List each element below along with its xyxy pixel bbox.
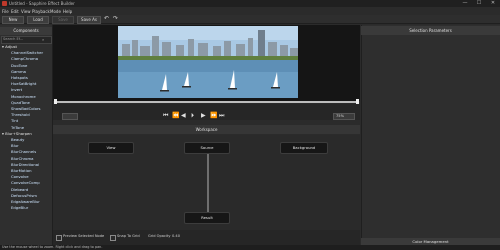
component-item[interactable]: Blur bbox=[11, 143, 19, 148]
load-button[interactable]: Load bbox=[27, 16, 49, 24]
menu-edit[interactable]: Edit bbox=[11, 9, 19, 14]
view-mode-select[interactable] bbox=[62, 113, 78, 120]
undo-icon[interactable]: ↶ bbox=[104, 16, 109, 22]
maximize-button[interactable]: ☐ bbox=[472, 0, 486, 7]
node-view[interactable]: View bbox=[88, 142, 134, 154]
component-item[interactable]: Convolve bbox=[11, 174, 29, 179]
selection-parameters-panel bbox=[361, 25, 500, 247]
title-bar bbox=[0, 0, 500, 7]
component-item[interactable]: ClampChroma bbox=[11, 56, 38, 61]
component-item[interactable]: Monochrome bbox=[11, 94, 36, 99]
component-item[interactable]: Hotspots bbox=[11, 75, 28, 80]
menu-file[interactable]: File bbox=[2, 9, 9, 14]
minimize-button[interactable]: — bbox=[458, 0, 472, 7]
component-item[interactable]: Invert bbox=[11, 87, 22, 92]
component-group[interactable]: ▾ Blur+Sharpen bbox=[2, 131, 32, 136]
search-placeholder: Search Ef... bbox=[3, 37, 24, 41]
play-icon[interactable]: ⏵ bbox=[191, 113, 194, 119]
toolbar bbox=[0, 15, 500, 24]
new-button[interactable]: New bbox=[2, 16, 24, 24]
component-item[interactable]: Beauty bbox=[11, 137, 24, 142]
selection-parameters-header: Selection Parameters bbox=[361, 26, 500, 35]
save-as-button[interactable]: Save As bbox=[77, 16, 101, 24]
go-start-icon[interactable]: ⏮ bbox=[163, 113, 168, 119]
search-icon: ⌕ bbox=[42, 37, 45, 42]
status-text: Use the mouse wheel to zoom. Right click… bbox=[2, 245, 103, 249]
workspace-header: Workspace bbox=[53, 125, 360, 134]
component-item[interactable]: Gamma bbox=[11, 69, 26, 74]
component-item[interactable]: EdgeBlur bbox=[11, 205, 28, 210]
component-item[interactable]: ShowBadColors bbox=[11, 106, 40, 111]
step-back-icon[interactable]: ◀ bbox=[181, 113, 186, 119]
node-source[interactable]: Source bbox=[184, 142, 230, 154]
close-button[interactable]: ✕ bbox=[486, 0, 500, 7]
window-title: Untitled - Sapphire Effect Builder bbox=[9, 1, 75, 6]
zoom-percent-select[interactable]: 75% bbox=[333, 113, 355, 120]
redo-icon[interactable]: ↷ bbox=[113, 16, 118, 22]
rewind-icon[interactable]: ⏪ bbox=[172, 113, 179, 119]
snap-to-grid-label: Snap To Grid bbox=[117, 234, 140, 238]
menu-bar bbox=[0, 7, 500, 15]
component-item[interactable]: BlurMotion bbox=[11, 168, 32, 173]
step-forward-icon[interactable]: ▶ bbox=[201, 113, 206, 119]
snap-to-grid-checkbox[interactable] bbox=[110, 235, 116, 241]
playback-bar bbox=[53, 104, 360, 120]
fast-forward-icon[interactable]: ⏩ bbox=[210, 113, 217, 119]
go-end-icon[interactable]: ⏭ bbox=[219, 113, 224, 119]
timeline-slider[interactable] bbox=[55, 101, 358, 103]
node-background[interactable]: Background bbox=[280, 142, 328, 154]
preview-selected-checkbox[interactable] bbox=[56, 235, 62, 241]
menu-help[interactable]: Help bbox=[63, 9, 72, 14]
component-item[interactable]: BlurChroma bbox=[11, 156, 34, 161]
preview-selected-label: Preview Selected Node bbox=[63, 234, 105, 238]
component-item[interactable]: Tint bbox=[11, 118, 18, 123]
menu-playback[interactable]: Playback bbox=[32, 9, 50, 14]
component-item[interactable]: Threshold bbox=[11, 112, 30, 117]
grid-opacity-label: Grid Opacity bbox=[148, 234, 171, 238]
component-item[interactable]: BlurChannels bbox=[11, 149, 36, 154]
component-item[interactable]: TriTone bbox=[11, 125, 24, 130]
save-button[interactable]: Save bbox=[52, 16, 74, 24]
grid-opacity-value[interactable]: 0.40 bbox=[172, 234, 180, 238]
component-item[interactable]: DefocusPrism bbox=[11, 193, 37, 198]
menu-mode[interactable]: Mode bbox=[50, 9, 61, 14]
component-item[interactable]: ChannelSwitcher bbox=[11, 50, 43, 55]
component-group[interactable]: ▾ Adjust bbox=[2, 44, 17, 49]
component-item[interactable]: QuadTone bbox=[11, 100, 30, 105]
components-header: Components bbox=[0, 27, 52, 35]
component-item[interactable]: HueSatBright bbox=[11, 81, 36, 86]
component-item[interactable]: BlurDirectional bbox=[11, 162, 39, 167]
component-item[interactable]: EdgeAwareBlur bbox=[11, 199, 40, 204]
menu-view[interactable]: View bbox=[21, 9, 31, 14]
component-item[interactable]: DuoTone bbox=[11, 63, 27, 68]
component-item[interactable]: Diebeard bbox=[11, 187, 28, 192]
app-icon bbox=[2, 1, 7, 6]
component-item[interactable]: ConvolveComp bbox=[11, 180, 40, 185]
preview-image bbox=[118, 26, 298, 98]
node-result[interactable]: Result bbox=[184, 212, 230, 224]
